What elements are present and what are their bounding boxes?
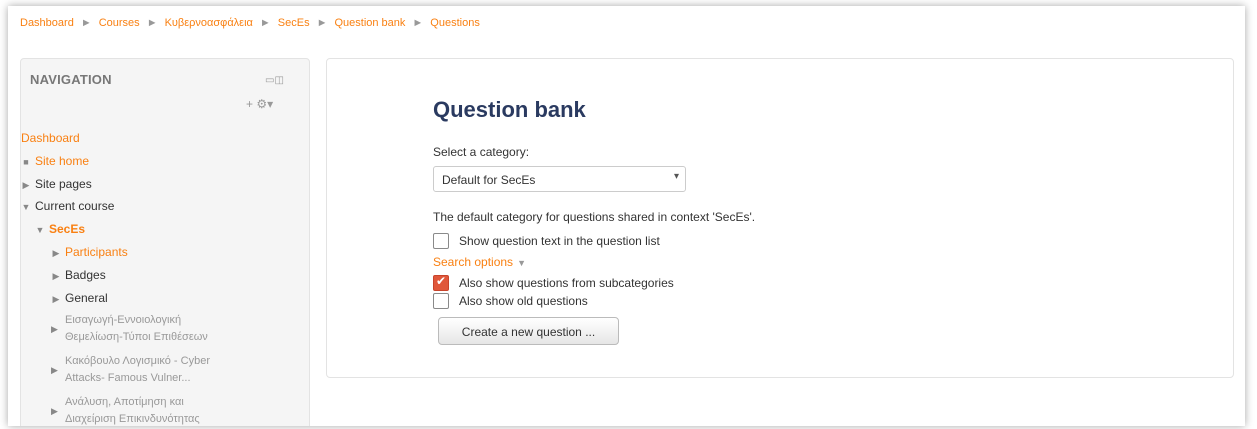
breadcrumb-separator: ► [259,17,271,29]
breadcrumb-course[interactable]: SecEs [278,17,310,29]
search-options-toggle[interactable]: Search options ▼ [433,255,526,269]
main-region: Question bank Select a category: Default… [326,58,1234,378]
category-label: Select a category: [433,145,530,159]
breadcrumb-separator: ► [412,17,424,29]
breadcrumb-separator: ► [80,17,92,29]
create-question-button[interactable]: Create a new question ... [438,317,619,345]
breadcrumb-question-bank[interactable]: Question bank [334,17,405,29]
page-title: Question bank [433,97,586,122]
expand-arrow-icon: ▶ [52,271,60,281]
chevron-down-icon: ▾ [673,171,679,182]
nav-item-label: Participants [65,245,128,259]
checkmark-icon: ✔ [436,274,447,288]
nav-item-label: Dashboard [21,131,80,145]
nav-item-dashboard[interactable]: Dashboard [21,130,80,146]
subcategories-label[interactable]: Also show questions from subcategories [459,276,674,290]
nav-item-label: Διαχείριση Επικινδυνότητας [65,413,200,425]
nav-item-current-course[interactable]: ▼ Current course [21,198,115,215]
nav-item-participants[interactable]: ▶ Participants [51,244,128,261]
nav-item-label: Current course [35,199,115,213]
search-options-label: Search options [433,255,514,269]
breadcrumb-courses[interactable]: Courses [99,17,140,29]
expand-arrow-icon: ▶ [22,180,30,190]
category-select[interactable]: Default for SecEs ▾ [433,166,686,192]
block-actions-icon[interactable]: + ⚙▾ [246,97,273,111]
page-frame: Dashboard ► Courses ► Κυβερνοασφάλεια ► SecEs ►… [8,6,1245,426]
nav-item-label: Attacks- Famous Vulner... [65,372,191,384]
breadcrumb-dashboard[interactable]: Dashboard [20,17,74,29]
nav-item-label: Εισαγωγή-Εννοιολογική [65,314,182,326]
collapse-arrow-icon: ▼ [21,202,31,212]
show-question-text-checkbox[interactable] [433,233,449,249]
category-select-value: Default for SecEs [442,173,536,187]
expand-arrow-icon: ▶ [51,406,58,416]
nav-item-topic-intro[interactable]: ▶ Εισαγωγή-Εννοιολογική Θεμελίωση-Τύποι … [51,312,275,346]
navigation-block: NAVIGATION ▭◫ + ⚙▾ Dashboard ■ Site home … [20,58,310,426]
subcategories-checkbox[interactable]: ✔ [433,274,449,291]
dock-block-icon[interactable]: ▭◫ [265,75,284,86]
breadcrumb-separator: ► [146,17,158,29]
expand-arrow-icon: ▶ [51,324,58,334]
nav-item-label: Site home [35,154,90,168]
expand-arrow-icon: ▶ [51,365,58,375]
nav-item-secES[interactable]: ▼ SecEs [35,221,86,238]
nav-item-label: Site pages [35,177,92,191]
nav-item-label: Badges [65,268,106,282]
nav-item-site-home[interactable]: ■ Site home [21,153,89,170]
nav-item-label: SecEs [49,222,86,236]
nav-item-label: Θεμελίωση-Τύποι Επιθέσεων [65,331,208,343]
bullet-icon: ■ [23,157,29,167]
navigation-title: NAVIGATION [30,72,112,87]
expand-arrow-icon: ▶ [52,248,60,258]
old-questions-checkbox[interactable] [433,293,449,309]
nav-item-site-pages[interactable]: ▶ Site pages [21,176,92,193]
breadcrumb-course-category[interactable]: Κυβερνοασφάλεια [165,17,253,29]
expand-arrow-icon: ▶ [52,294,60,304]
nav-item-label: General [65,291,108,305]
collapse-arrow-icon: ▼ [35,225,45,235]
breadcrumb-separator: ► [316,17,328,29]
nav-item-general[interactable]: ▶ General [51,290,108,307]
nav-item-badges[interactable]: ▶ Badges [51,267,106,284]
breadcrumb-questions[interactable]: Questions [430,17,480,29]
show-question-text-label[interactable]: Show question text in the question list [459,234,660,248]
nav-item-label: Ανάλυση, Αποτίμηση και [65,396,184,408]
breadcrumb: Dashboard ► Courses ► Κυβερνοασφάλεια ► SecEs ►… [20,17,480,29]
nav-item-topic-risk[interactable]: ▶ Ανάλυση, Αποτίμηση και Διαχείριση Επικ… [51,394,275,426]
category-info-text: The default category for questions share… [433,210,756,224]
caret-down-icon: ▼ [517,258,526,268]
old-questions-label[interactable]: Also show old questions [459,294,588,308]
nav-item-label: Κακόβουλο Λογισμικό - Cyber [65,355,210,367]
nav-item-topic-malware[interactable]: ▶ Κακόβουλο Λογισμικό - Cyber Attacks- F… [51,353,275,387]
